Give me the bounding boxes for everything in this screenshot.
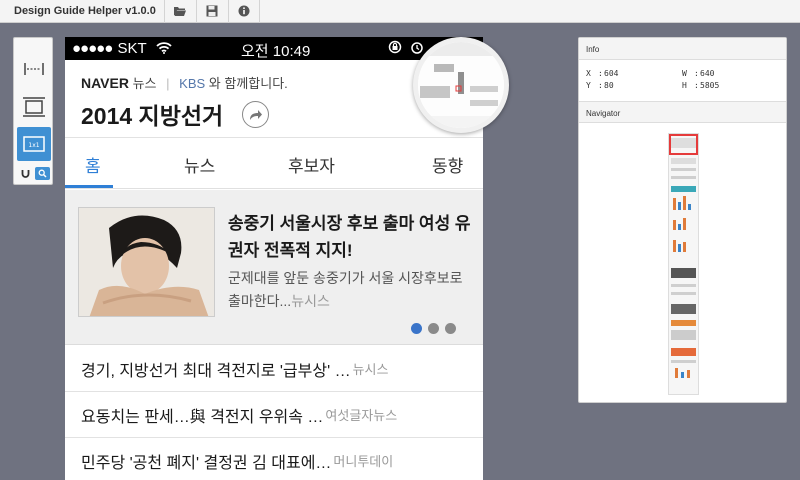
- news-item[interactable]: 민주당 '공천 폐지' 결정권 김 대표에… 머니투데이: [65, 438, 483, 480]
- open-folder-icon: [174, 7, 187, 16]
- featured-source: 뉴시스: [291, 293, 330, 309]
- alarm-icon: [411, 42, 423, 54]
- magnifier-loupe[interactable]: [413, 37, 509, 133]
- info-button[interactable]: [227, 0, 260, 23]
- info-header: Info: [579, 38, 786, 60]
- zoom-icon: [38, 169, 47, 178]
- brand-line: NAVER 뉴스 | KBS 와 함께합니다.: [81, 73, 288, 92]
- news-title: 민주당 '공천 폐지' 결정권 김 대표에…: [81, 454, 332, 472]
- tab-trends[interactable]: 동향: [432, 152, 463, 177]
- share-arrow-icon: [250, 110, 262, 120]
- navigator-viewport[interactable]: [669, 134, 698, 155]
- news-title: 요동치는 판세…與 격전지 우위속 …: [81, 408, 324, 426]
- wifi-icon: [156, 42, 172, 54]
- x-label: X: [586, 69, 591, 78]
- navigator-thumbnail[interactable]: [668, 133, 699, 395]
- tab-news[interactable]: 뉴스: [184, 152, 215, 177]
- navigator-header: Navigator: [579, 101, 786, 123]
- naver-logo: NAVER: [81, 75, 129, 91]
- status-bar: ●●●●● SKT 오전 10:49: [65, 37, 483, 60]
- tab-home[interactable]: 홈: [85, 152, 101, 177]
- save-icon: [206, 5, 218, 17]
- ruler-box-icon: 1x1: [23, 136, 45, 152]
- carousel-dot[interactable]: [411, 323, 422, 334]
- carousel-dot[interactable]: [428, 323, 439, 334]
- rotation-lock-icon: [388, 40, 402, 54]
- side-panel: Info X:604 W:640 Y:80 H:5805 Navigator: [578, 37, 787, 403]
- tab-bar: 홈 뉴스 후보자 동향: [65, 139, 483, 189]
- active-tab-indicator: [65, 185, 113, 188]
- h-label: H: [682, 81, 687, 90]
- open-button[interactable]: [163, 0, 196, 23]
- signal-carrier: ●●●●● SKT: [72, 40, 172, 57]
- news-list: 경기, 지방선거 최대 격전지로 '급부상' … 뉴시스 요동치는 판세…與 격…: [65, 346, 483, 480]
- page-thumbnail: [669, 134, 698, 394]
- portrait-image: [79, 208, 214, 316]
- page-title: 2014 지방선거: [81, 97, 223, 131]
- magnified-pixels: [418, 42, 504, 128]
- w-value: 640: [700, 69, 715, 78]
- navigator-section: Navigator: [579, 101, 786, 123]
- featured-summary-text: 군제대를 앞둔 송중기가 서울 시장후보로 출마한다...: [228, 270, 463, 309]
- svg-text:1x1: 1x1: [28, 142, 39, 149]
- featured-summary: 군제대를 앞둔 송중기가 서울 시장후보로 출마한다...뉴시스: [228, 267, 478, 313]
- tab-candidates[interactable]: 후보자: [288, 152, 335, 177]
- news-item[interactable]: 요동치는 판세…與 격전지 우위속 … 여섯글자뉴스: [65, 392, 483, 438]
- y-value: 80: [604, 81, 614, 90]
- news-source: 머니투데이: [333, 454, 394, 469]
- partner-text: 와 함께합니다.: [208, 76, 288, 91]
- featured-article[interactable]: 송중기 서울시장 후보 출마 여성 유권자 전폭적 지지! 군제대를 앞둔 송중…: [65, 190, 483, 345]
- x-value: 604: [604, 69, 619, 78]
- brand-sub: 뉴스: [132, 76, 157, 91]
- tool-palette: 1x1: [13, 37, 53, 185]
- horizontal-measure-tool[interactable]: [17, 52, 51, 86]
- carousel-dots: [411, 323, 456, 334]
- news-source: 여섯글자뉴스: [325, 408, 398, 423]
- share-button[interactable]: [242, 101, 269, 128]
- info-icon: [238, 5, 250, 17]
- news-title: 경기, 지방선거 최대 격전지로 '급부상' …: [81, 362, 351, 380]
- w-label: W: [682, 69, 687, 78]
- magnet-icon: [21, 170, 30, 178]
- horizontal-measure-icon: [24, 63, 44, 75]
- news-source: 뉴시스: [352, 362, 389, 377]
- zoom-button[interactable]: [35, 167, 50, 180]
- info-readout: X:604 W:640 Y:80 H:5805: [586, 69, 720, 90]
- featured-photo: [78, 207, 215, 317]
- h-value: 5805: [700, 81, 720, 90]
- carousel-dot[interactable]: [445, 323, 456, 334]
- ruler-box-tool[interactable]: 1x1: [17, 127, 51, 161]
- top-toolbar: Design Guide Helper v1.0.0: [0, 0, 800, 23]
- featured-headline: 송중기 서울시장 후보 출마 여성 유권자 전폭적 지지!: [228, 214, 471, 260]
- y-label: Y: [586, 81, 591, 90]
- app-title: Design Guide Helper v1.0.0: [14, 5, 156, 17]
- box-measure-tool[interactable]: [17, 90, 51, 124]
- carrier-label: SKT: [117, 40, 147, 57]
- box-measure-icon: [23, 97, 45, 117]
- status-icons: [388, 40, 424, 58]
- save-button[interactable]: [195, 0, 228, 23]
- page-title-text: 2014 지방선거: [81, 103, 224, 129]
- kbs-logo: KBS: [179, 76, 206, 91]
- brand-divider: |: [166, 76, 170, 91]
- status-time: 오전 10:49: [241, 43, 311, 60]
- signal-strength: ●●●●●: [72, 40, 113, 57]
- news-item[interactable]: 경기, 지방선거 최대 격전지로 '급부상' … 뉴시스: [65, 346, 483, 392]
- magnet-button[interactable]: [18, 167, 33, 180]
